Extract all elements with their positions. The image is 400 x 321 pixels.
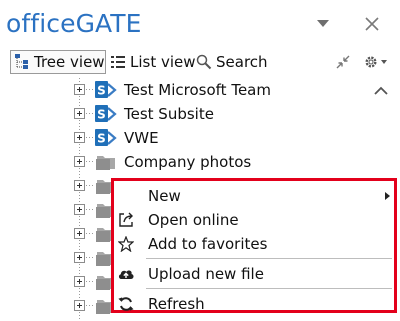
pane-close-button[interactable] [362,14,382,34]
sharepoint-icon: S [94,128,118,148]
cloud-upload-icon [117,265,135,283]
menu-separator [146,288,392,289]
tree-view-label: Tree view [34,53,105,71]
sharepoint-icon: S [94,80,118,100]
scroll-up-arrow-icon[interactable] [370,80,392,102]
menu-item-upload-new-file[interactable]: Upload new file [114,262,394,286]
expand-toggle-icon[interactable] [74,108,85,119]
expand-toggle-icon[interactable] [74,252,85,263]
search-tab[interactable]: Search [196,50,268,74]
menu-item-label: Refresh [148,295,205,313]
expand-toggle-icon[interactable] [74,228,85,239]
expand-toggle-icon[interactable] [74,132,85,143]
star-icon [117,235,135,253]
expand-toggle-icon[interactable] [74,276,85,287]
expand-toggle-icon[interactable] [74,204,85,215]
tree-icon [15,54,28,69]
svg-text:S: S [97,132,106,146]
menu-item-add-to-favorites[interactable]: Add to favorites [114,232,394,256]
gear-icon [365,56,387,68]
menu-item-label: Open online [148,211,239,229]
menu-item-refresh[interactable]: Refresh [114,292,394,316]
refresh-icon [117,295,135,313]
close-icon [365,17,379,31]
list-icon [111,56,125,68]
tree-item-label: Test Subsite [124,105,214,123]
expand-toggle-icon[interactable] [74,180,85,191]
open-external-icon [117,211,135,229]
tree-item-label: Test Microsoft Team [124,81,271,99]
search-icon [196,54,212,70]
menu-separator [146,258,392,259]
expand-toggle-icon[interactable] [74,156,85,167]
dropdown-triangle-icon [317,20,329,27]
tree-item[interactable]: Company photos [0,150,370,174]
list-view-tab[interactable]: List view [110,50,196,74]
menu-item-label: Upload new file [148,265,264,283]
toolbar: Tree view List view Search [10,50,394,74]
settings-button[interactable] [362,50,394,74]
context-menu: New Open online Add to favorites Upload … [111,178,397,313]
tree-item-label: VWE [124,129,159,147]
tree-view-tab[interactable]: Tree view [10,50,106,74]
tree-item-label: Company photos [124,153,252,171]
collapse-button[interactable] [334,50,356,74]
expand-toggle-icon[interactable] [74,300,85,311]
tree-item[interactable]: S Test Subsite [0,102,370,126]
svg-text:S: S [97,108,106,122]
svg-text:S: S [97,84,106,98]
menu-item-open-online[interactable]: Open online [114,208,394,232]
tree-item[interactable]: S Test Microsoft Team [0,78,370,102]
submenu-arrow-icon [385,192,390,200]
sharepoint-icon: S [94,104,118,124]
pane-title: officeGATE [6,9,142,38]
list-view-label: List view [130,53,196,71]
pane-menu-button[interactable] [313,14,333,34]
menu-item-label: New [148,187,181,205]
folder-icon [94,152,118,172]
expand-toggle-icon[interactable] [74,84,85,95]
menu-item-label: Add to favorites [148,235,268,253]
search-label: Search [216,53,268,71]
tree-item[interactable]: S VWE [0,126,370,150]
menu-item-new[interactable]: New [114,184,394,208]
collapse-icon [336,55,350,69]
